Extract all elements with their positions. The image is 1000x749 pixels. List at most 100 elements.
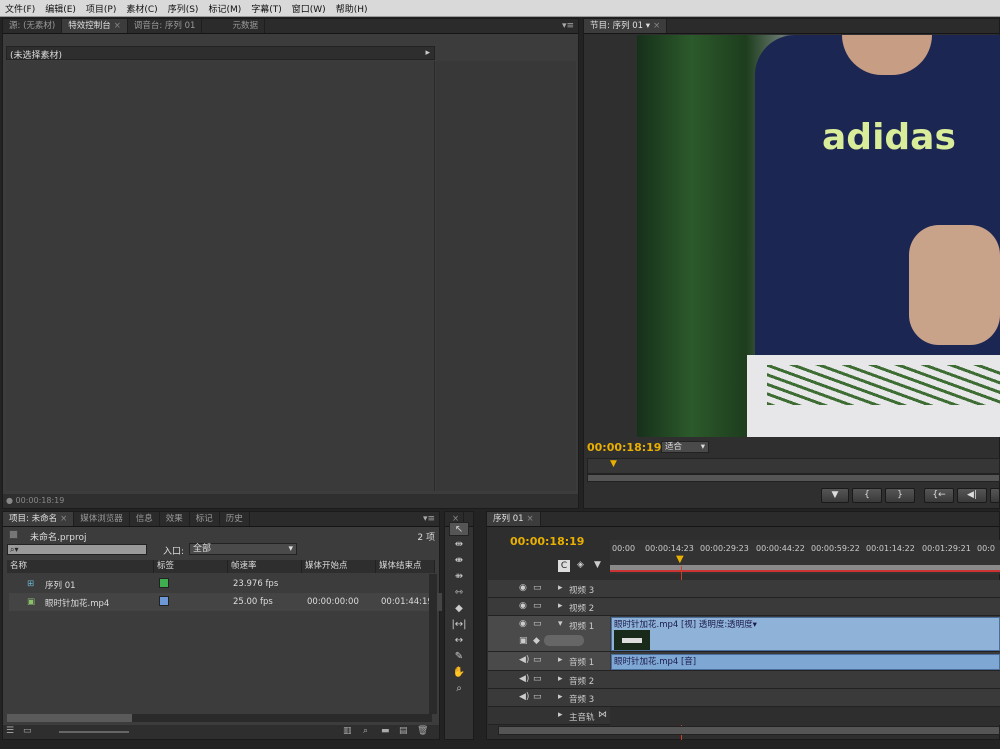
close-icon[interactable]: × bbox=[114, 21, 121, 31]
project-horizontal-scrollbar[interactable] bbox=[7, 714, 432, 722]
tab-history[interactable]: 历史 bbox=[220, 512, 250, 526]
menu-marker[interactable]: 标记(M) bbox=[203, 2, 246, 15]
track-header-v3[interactable]: ◉ ▭ ▸ 视频 3 bbox=[488, 580, 610, 598]
sequence-marker-icon[interactable]: ▼ bbox=[594, 560, 601, 570]
snap-icon[interactable]: C bbox=[558, 560, 570, 572]
track-header-master[interactable]: ▸ 主音轨 ⋈ bbox=[488, 707, 610, 725]
lock-icon[interactable]: ▭ bbox=[533, 619, 542, 629]
zoom-tool-icon[interactable]: ⌕ bbox=[449, 682, 469, 696]
close-icon[interactable]: × bbox=[653, 21, 660, 31]
video-clip[interactable]: 眼时针加花.mp4 [视] 透明度:透明度▾ bbox=[611, 617, 1000, 651]
col-name[interactable]: 名称 bbox=[7, 560, 154, 573]
track-lane-v3[interactable] bbox=[610, 580, 1000, 598]
automate-icon[interactable]: ▥ bbox=[343, 726, 352, 736]
mark-out-button[interactable]: } bbox=[885, 488, 915, 503]
hand-tool-icon[interactable]: ✋ bbox=[449, 666, 469, 680]
panel-menu-icon[interactable]: ▾≡ bbox=[423, 514, 435, 524]
track-select-tool-icon[interactable]: ⇹ bbox=[449, 538, 469, 552]
search-input[interactable]: ⌕▾ bbox=[7, 544, 147, 555]
lock-icon[interactable]: ▭ bbox=[533, 674, 542, 684]
icon-view-icon[interactable]: ▭ bbox=[23, 726, 32, 736]
track-lane-a2[interactable] bbox=[610, 671, 1000, 689]
col-label[interactable]: 标签 bbox=[154, 560, 228, 573]
new-item-icon[interactable]: ▤ bbox=[399, 726, 408, 736]
eye-icon[interactable]: ◉ bbox=[519, 601, 527, 611]
step-back-button[interactable]: ◀| bbox=[957, 488, 987, 503]
menu-title[interactable]: 字幕(T) bbox=[246, 2, 287, 15]
new-bin-icon[interactable]: ▬ bbox=[381, 726, 390, 736]
zoom-slider[interactable] bbox=[59, 731, 129, 733]
lock-icon[interactable]: ▭ bbox=[533, 655, 542, 665]
delete-icon[interactable]: 🗑 bbox=[417, 726, 428, 736]
menu-help[interactable]: 帮助(H) bbox=[331, 2, 373, 15]
speaker-icon[interactable]: ◀) bbox=[519, 674, 529, 684]
speaker-icon[interactable]: ◀) bbox=[519, 655, 529, 665]
track-lane-master[interactable] bbox=[610, 707, 1000, 725]
table-row[interactable]: ▣ 眼时针加花.mp4 25.00 fps 00:00:00:00 00:01:… bbox=[9, 593, 442, 611]
playhead-marker-icon[interactable]: ▼ bbox=[610, 459, 617, 469]
col-fps[interactable]: 帧速率 bbox=[228, 560, 302, 573]
timeline-scrollbar[interactable] bbox=[498, 726, 1000, 735]
project-vertical-scrollbar[interactable] bbox=[429, 574, 437, 714]
menu-project[interactable]: 项目(P) bbox=[81, 2, 121, 15]
zoom-select[interactable]: 适合 ▾ bbox=[661, 441, 709, 453]
keyframe-nav[interactable] bbox=[544, 635, 584, 646]
track-header-a1[interactable]: ◀) ▭ ▸ 音频 1 bbox=[488, 652, 610, 671]
col-media-end[interactable]: 媒体结束点 bbox=[376, 560, 435, 573]
display-style-icon[interactable]: ▣ bbox=[519, 636, 528, 646]
lock-icon[interactable]: ▭ bbox=[533, 601, 542, 611]
work-area-bar[interactable] bbox=[610, 565, 1000, 572]
menu-edit[interactable]: 编辑(E) bbox=[40, 2, 81, 15]
slide-tool-icon[interactable]: ↔ bbox=[449, 634, 469, 648]
collapse-arrow-icon[interactable]: ▾ bbox=[558, 619, 563, 629]
list-view-icon[interactable]: ☰ bbox=[6, 726, 14, 736]
lock-icon[interactable]: ▭ bbox=[533, 692, 542, 702]
track-header-v2[interactable]: ◉ ▭ ▸ 视频 2 bbox=[488, 598, 610, 616]
pen-tool-icon[interactable]: ✎ bbox=[449, 650, 469, 664]
track-header-a3[interactable]: ◀) ▭ ▸ 音频 3 bbox=[488, 689, 610, 707]
add-marker-button[interactable]: ▼ bbox=[821, 488, 849, 503]
tab-source[interactable]: 源: (无素材) bbox=[3, 19, 63, 33]
rate-stretch-tool-icon[interactable]: ⇿ bbox=[449, 586, 469, 600]
expand-arrow-icon[interactable]: ▸ bbox=[558, 583, 563, 593]
set-marker-icon[interactable]: ◈ bbox=[577, 560, 584, 570]
timeline-timecode[interactable]: 00:00:18:19 bbox=[510, 535, 584, 548]
menu-window[interactable]: 窗口(W) bbox=[287, 2, 331, 15]
expand-arrow-icon[interactable]: ▸ bbox=[558, 692, 563, 702]
panel-menu-icon[interactable]: ▾≡ bbox=[562, 21, 574, 31]
expand-arrow-icon[interactable]: ▸ bbox=[558, 601, 563, 611]
expand-arrow-icon[interactable]: ▸ bbox=[558, 655, 563, 665]
program-scrollbar[interactable] bbox=[587, 474, 1000, 482]
track-header-v1[interactable]: ◉ ▭ ▾ 视频 1 ▣ ◆ bbox=[488, 616, 610, 652]
dropdown-icon[interactable]: ▾ bbox=[646, 21, 650, 31]
program-timecode[interactable]: 00:00:18:19 bbox=[587, 441, 661, 454]
tab-effects[interactable]: 效果 bbox=[160, 512, 190, 526]
tab-sequence[interactable]: 序列 01 × bbox=[487, 512, 541, 526]
eye-icon[interactable]: ◉ bbox=[519, 583, 527, 593]
expand-arrow-icon[interactable]: ▸ bbox=[425, 48, 430, 58]
find-icon[interactable]: ⌕ bbox=[363, 726, 368, 736]
audio-clip[interactable]: 眼时针加花.mp4 [音] bbox=[611, 654, 1000, 670]
tab-media-browser[interactable]: 媒体浏览器 bbox=[74, 512, 130, 526]
track-lane-v2[interactable] bbox=[610, 598, 1000, 616]
tab-markers[interactable]: 标记 bbox=[190, 512, 220, 526]
eye-icon[interactable]: ◉ bbox=[519, 619, 527, 629]
tab-audio-mixer[interactable]: 调音台: 序列 01 bbox=[128, 19, 203, 33]
table-row[interactable]: ⊞ 序列 01 23.976 fps bbox=[9, 575, 442, 593]
tab-project[interactable]: 项目: 未命名 × bbox=[3, 512, 75, 526]
tab-program[interactable]: 节目: 序列 01 ▾ × bbox=[584, 19, 668, 33]
track-header-a2[interactable]: ◀) ▭ ▸ 音频 2 bbox=[488, 671, 610, 689]
expand-arrow-icon[interactable]: ▸ bbox=[558, 674, 563, 684]
mark-in-button[interactable]: { bbox=[852, 488, 882, 503]
program-time-ruler[interactable]: ▼ bbox=[587, 458, 1000, 474]
close-icon[interactable]: × bbox=[527, 514, 534, 524]
play-button[interactable] bbox=[990, 488, 1000, 503]
tab-info[interactable]: 信息 bbox=[130, 512, 160, 526]
close-icon[interactable]: × bbox=[60, 514, 67, 524]
scrollbar-thumb[interactable] bbox=[7, 714, 132, 722]
playhead-icon[interactable]: ▼ bbox=[676, 554, 684, 565]
lock-icon[interactable]: ▭ bbox=[533, 583, 542, 593]
tab-effect-controls[interactable]: 特效控制台 × bbox=[62, 19, 128, 33]
menu-sequence[interactable]: 序列(S) bbox=[163, 2, 204, 15]
selection-tool-icon[interactable]: ↖ bbox=[449, 522, 469, 536]
